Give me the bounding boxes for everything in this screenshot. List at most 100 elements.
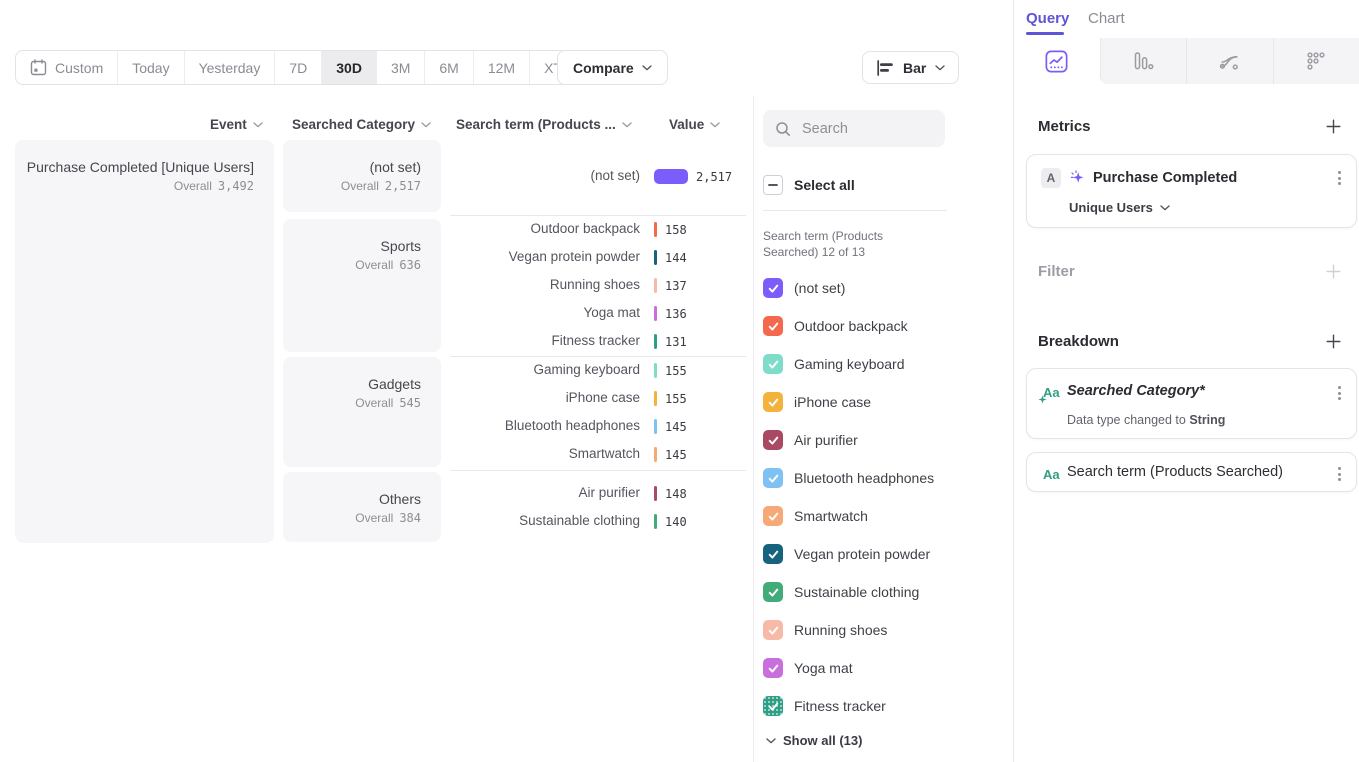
overall-label: Overall [355,258,393,272]
search-term-label[interactable]: Sustainable clothing [420,513,640,528]
filter-item[interactable]: (not set) [763,278,845,298]
item-checkbox[interactable] [763,278,783,298]
category-cell[interactable]: (not set) Overall2,517 [283,140,441,212]
search-term-label[interactable]: Running shoes [420,277,640,292]
item-checkbox[interactable] [763,392,783,412]
column-header-4[interactable]: Value [669,117,720,132]
value-number: 2,517 [696,170,732,184]
item-checkbox[interactable] [763,468,783,488]
overall-label: Overall [174,179,212,193]
filter-item[interactable]: Vegan protein powder [763,544,930,564]
search-term-label[interactable]: iPhone case [420,390,640,405]
search-term-label[interactable]: Vegan protein powder [420,249,640,264]
search-term-label[interactable]: Yoga mat [420,305,640,320]
filter-item[interactable]: Yoga mat [763,658,853,678]
chart-type-label: Bar [903,60,926,76]
filter-item[interactable]: Sustainable clothing [763,582,919,602]
filter-item[interactable]: Outdoor backpack [763,316,908,336]
column-header-1[interactable]: Event [210,117,263,132]
search-term-label[interactable]: (not set) [420,168,640,183]
filter-item[interactable]: Smartwatch [763,506,868,526]
date-range-yesterday[interactable]: Yesterday [185,51,276,84]
view-tab-insights[interactable] [1014,38,1100,84]
event-cell[interactable]: Purchase Completed [Unique Users] Overall… [15,140,274,543]
filter-item[interactable]: Running shoes [763,620,887,640]
item-checkbox[interactable] [763,430,783,450]
category-cell[interactable]: GadgetsOverall545 [283,357,441,467]
search-term-label[interactable]: Air purifier [420,485,640,500]
date-range-custom[interactable]: Custom [16,51,118,84]
item-checkbox[interactable] [763,658,783,678]
view-tab-funnels[interactable] [1100,38,1187,84]
item-checkbox[interactable] [763,696,783,716]
event-name: Purchase Completed [Unique Users] [25,158,254,176]
show-all-toggle[interactable]: Show all (13) [766,733,862,748]
panel-divider [753,96,754,762]
category-name: (not set) [293,158,421,176]
item-checkbox[interactable] [763,620,783,640]
search-term-label[interactable]: Bluetooth headphones [420,418,640,433]
value-number: 145 [665,420,687,434]
date-range-12m[interactable]: 12M [474,51,530,84]
metric-menu-button[interactable] [1335,168,1344,188]
search-term-label[interactable]: Fitness tracker [420,333,640,348]
category-overall: Overall636 [293,258,421,272]
date-range-label: 12M [488,60,515,76]
metric-card[interactable]: APurchase CompletedUnique Users [1026,154,1357,228]
filter-item[interactable]: Air purifier [763,430,858,450]
date-range-6m[interactable]: 6M [425,51,473,84]
filter-item[interactable]: Gaming keyboard [763,354,905,374]
item-checkbox[interactable] [763,316,783,336]
add-filter-button[interactable] [1326,264,1341,279]
select-all-row[interactable]: Select all [763,175,855,195]
filter-item[interactable]: Fitness tracker [763,696,886,716]
item-label: Running shoes [794,622,887,638]
filter-item[interactable]: Bluetooth headphones [763,468,934,488]
search-term-label[interactable]: Outdoor backpack [420,221,640,236]
date-range-7d[interactable]: 7D [275,51,322,84]
aggregation-selector[interactable]: Unique Users [1069,200,1170,215]
search-input[interactable] [800,120,934,138]
value-bar [654,447,657,462]
item-checkbox[interactable] [763,544,783,564]
item-checkbox[interactable] [763,506,783,526]
chevron-down-icon [421,122,431,128]
compare-button[interactable]: Compare [557,50,668,85]
item-label: iPhone case [794,394,871,410]
search-box[interactable] [763,110,945,147]
search-term-label[interactable]: Gaming keyboard [420,362,640,377]
view-tab-flows[interactable] [1186,38,1273,84]
search-term-label[interactable]: Smartwatch [420,446,640,461]
view-tab-retention[interactable] [1273,38,1359,84]
date-range-3m[interactable]: 3M [377,51,425,84]
breakdown-property-name: Searched Category* [1067,383,1205,399]
item-checkbox[interactable] [763,354,783,374]
date-range-today[interactable]: Today [118,51,184,84]
breakdown-menu-button[interactable] [1335,464,1344,484]
column-header-2[interactable]: Searched Category [292,117,431,132]
filter-heading: Filter [1038,263,1075,280]
date-range-30d[interactable]: 30D [322,51,377,84]
breakdown-menu-button[interactable] [1335,383,1344,403]
event-sparkle-icon [1068,169,1086,187]
category-overall: Overall2,517 [293,179,421,193]
chart-type-button[interactable]: Bar [862,51,959,84]
category-cell[interactable]: SportsOverall636 [283,219,441,352]
item-label: Bluetooth headphones [794,470,934,486]
category-cell[interactable]: OthersOverall384 [283,472,441,542]
item-label: Smartwatch [794,508,868,524]
item-checkbox[interactable] [763,582,783,602]
breakdown-card[interactable]: AaSearched Category*Data type changed to… [1026,368,1357,439]
item-label: Outdoor backpack [794,318,908,334]
select-all-checkbox[interactable] [763,175,783,195]
filter-item[interactable]: iPhone case [763,392,871,412]
value-number: 140 [665,515,687,529]
tab-chart[interactable]: Chart [1088,10,1125,27]
value-number: 137 [665,279,687,293]
add-metric-button[interactable] [1326,119,1341,134]
tab-query[interactable]: Query [1026,10,1069,27]
chevron-down-icon [935,65,945,71]
column-header-3[interactable]: Search term (Products ... [456,117,632,132]
add-breakdown-button[interactable] [1326,334,1341,349]
breakdown-card[interactable]: AaSearch term (Products Searched) [1026,452,1357,492]
